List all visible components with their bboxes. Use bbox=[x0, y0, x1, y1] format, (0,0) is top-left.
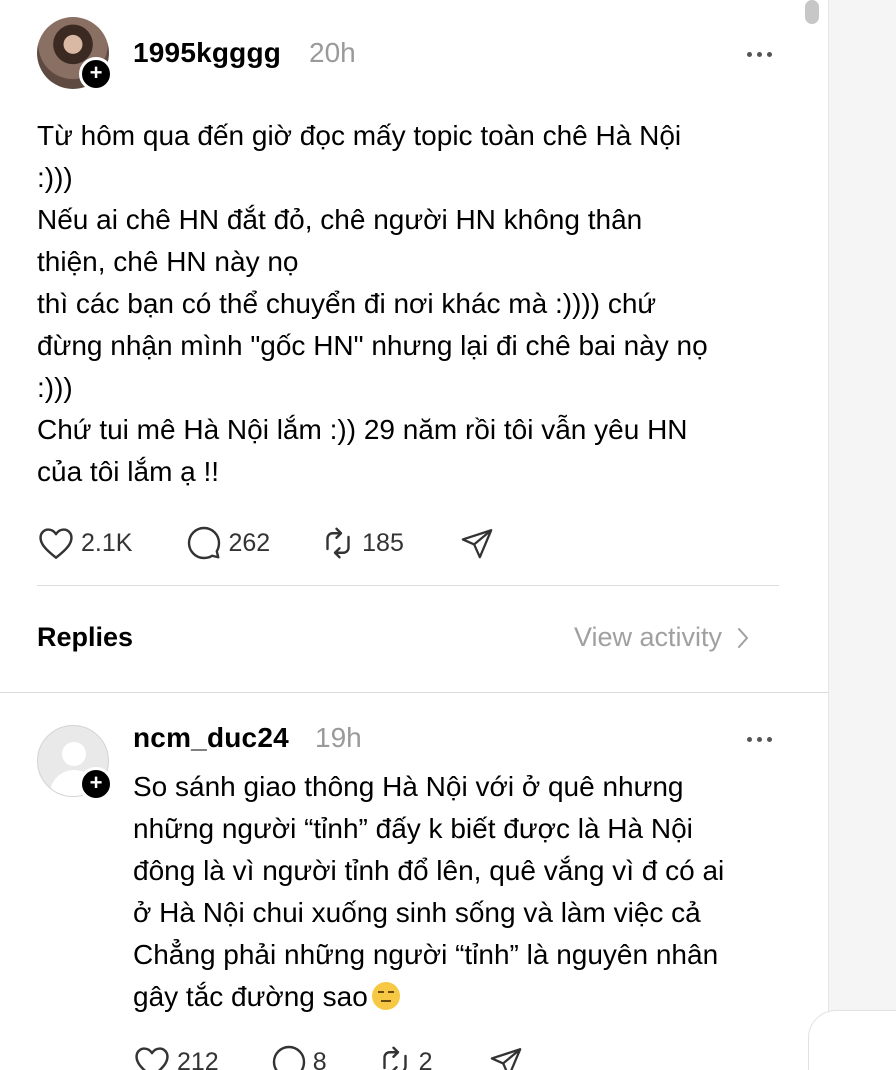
follow-plus-icon[interactable]: + bbox=[79, 767, 113, 801]
heart-icon bbox=[39, 528, 73, 559]
repost-icon bbox=[382, 1046, 407, 1070]
reply-line: Chẳng phải những người “tỉnh” là nguyên … bbox=[133, 939, 719, 970]
chevron-right-icon bbox=[738, 627, 749, 648]
thread-feed: + 1995kgggg 20h Từ hôm qua đến giờ đọc m… bbox=[0, 0, 828, 1070]
post-line: đừng nhận mình "gốc HN" nhưng lại đi chê… bbox=[37, 330, 708, 361]
more-icon[interactable] bbox=[742, 731, 776, 747]
comment-count: 8 bbox=[312, 1047, 327, 1070]
reply-line: những người “tỉnh” đấy k biết được là Hà… bbox=[133, 813, 693, 844]
repost-button[interactable]: 2 bbox=[377, 1044, 433, 1070]
share-button[interactable] bbox=[460, 526, 494, 560]
view-activity-label: View activity bbox=[574, 622, 723, 652]
view-activity-link[interactable]: View activity bbox=[574, 622, 750, 653]
reply-line: So sánh giao thông Hà Nội với ở quê nhưn… bbox=[133, 771, 684, 802]
reply-line: gây tắc đường sao bbox=[133, 981, 368, 1012]
reply-line-last: gây tắc đường sao bbox=[133, 976, 813, 1018]
right-gutter bbox=[828, 0, 896, 1070]
post-line: thì các bạn có thể chuyển đi nơi khác mà… bbox=[37, 288, 657, 319]
repost-icon bbox=[326, 527, 350, 559]
repost-count: 2 bbox=[418, 1047, 433, 1070]
like-count: 212 bbox=[177, 1047, 219, 1070]
replies-divider bbox=[0, 692, 828, 693]
comment-button[interactable]: 8 bbox=[271, 1044, 327, 1070]
section-divider bbox=[37, 585, 779, 586]
follow-plus-icon[interactable]: + bbox=[79, 57, 113, 91]
unamused-face-icon bbox=[371, 982, 400, 1010]
comment-icon bbox=[188, 526, 221, 560]
default-avatar-head bbox=[62, 742, 86, 766]
heart-icon bbox=[135, 1047, 169, 1070]
reply-line: ở Hà Nội chui xuống sinh sống và làm việ… bbox=[133, 897, 701, 928]
share-button[interactable] bbox=[489, 1045, 523, 1070]
floating-card[interactable] bbox=[808, 1010, 896, 1070]
share-icon bbox=[461, 529, 493, 559]
post-actions: 2.1K 262 185 bbox=[37, 525, 494, 561]
replies-heading: Replies bbox=[37, 622, 134, 652]
post-timestamp: 20h bbox=[309, 37, 356, 68]
more-icon[interactable] bbox=[742, 46, 776, 62]
post-line: Nếu ai chê HN đắt đỏ, chê người HN không… bbox=[37, 204, 643, 235]
post-line: :))) bbox=[37, 162, 73, 193]
post-username[interactable]: 1995kgggg bbox=[133, 37, 281, 69]
post-line: thiện, chê HN này nọ bbox=[37, 246, 299, 277]
comment-icon bbox=[272, 1045, 305, 1070]
repost-count: 185 bbox=[362, 528, 404, 557]
scrollbar-thumb[interactable] bbox=[805, 0, 819, 24]
reply-username[interactable]: ncm_duc24 bbox=[133, 722, 289, 754]
reply-body: So sánh giao thông Hà Nội với ở quê nhưn… bbox=[133, 766, 813, 1018]
reply-line: đông là vì người tỉnh đổ lên, quê vắng v… bbox=[133, 855, 725, 886]
like-button[interactable]: 2.1K bbox=[37, 526, 132, 560]
like-count: 2.1K bbox=[81, 528, 133, 557]
reply-timestamp: 19h bbox=[315, 722, 362, 753]
repost-button[interactable]: 185 bbox=[320, 525, 404, 561]
post-line: Từ hôm qua đến giờ đọc mấy topic toàn ch… bbox=[37, 120, 682, 151]
comment-button[interactable]: 262 bbox=[186, 525, 270, 561]
like-button[interactable]: 212 bbox=[133, 1045, 219, 1070]
post-line: Chứ tui mê Hà Nội lắm :)) 29 năm rồi tôi… bbox=[37, 414, 688, 445]
post-body: Từ hôm qua đến giờ đọc mấy topic toàn ch… bbox=[37, 115, 797, 493]
post-line: của tôi lắm ạ !! bbox=[37, 456, 220, 487]
reply-actions: 212 8 2 bbox=[133, 1044, 523, 1070]
share-icon bbox=[490, 1048, 521, 1070]
comment-count: 262 bbox=[228, 528, 271, 557]
post-line: :))) bbox=[37, 372, 73, 403]
